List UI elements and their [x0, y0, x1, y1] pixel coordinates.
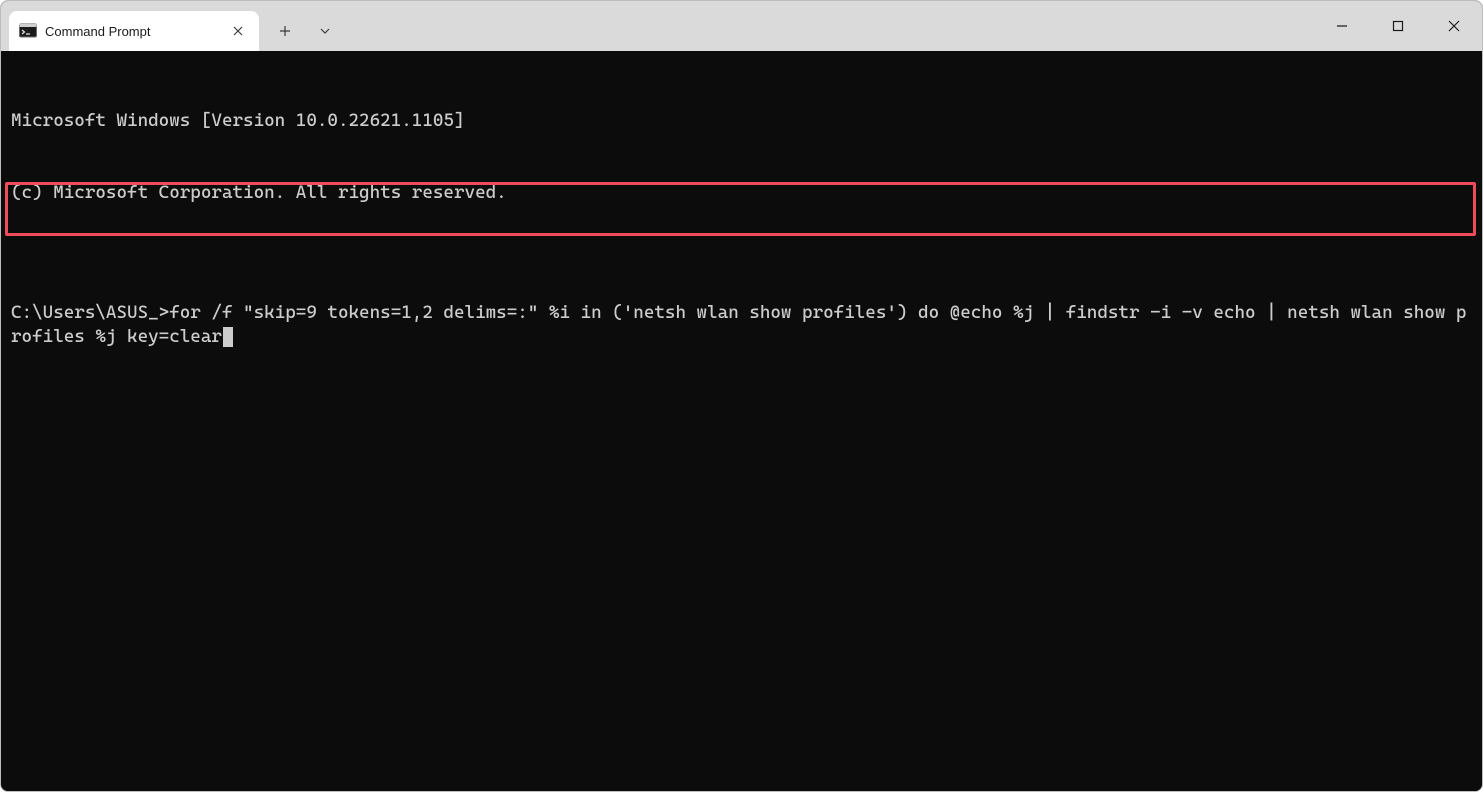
- window-controls: [1314, 1, 1482, 51]
- tab-command-prompt[interactable]: Command Prompt: [9, 11, 259, 51]
- terminal-command-line: C:\Users\ASUS_>for /f "skip=9 tokens=1,2…: [11, 301, 1472, 349]
- terminal-cursor: [223, 327, 233, 347]
- titlebar: Command Prompt: [1, 1, 1482, 51]
- terminal-output-line: (c) Microsoft Corporation. All rights re…: [11, 181, 1472, 205]
- terminal-prompt: C:\Users\ASUS_>: [11, 302, 169, 323]
- tab-dropdown-button[interactable]: [305, 11, 345, 51]
- tabbar-actions: [259, 1, 345, 51]
- close-window-button[interactable]: [1426, 1, 1482, 51]
- tab-title: Command Prompt: [45, 24, 221, 39]
- new-tab-button[interactable]: [265, 11, 305, 51]
- tab-close-button[interactable]: [229, 22, 247, 40]
- minimize-button[interactable]: [1314, 1, 1370, 51]
- terminal-area[interactable]: Microsoft Windows [Version 10.0.22621.11…: [1, 51, 1482, 791]
- terminal-icon: [19, 22, 37, 40]
- terminal-window: Command Prompt Microsoft: [0, 0, 1483, 792]
- maximize-button[interactable]: [1370, 1, 1426, 51]
- terminal-output-line: Microsoft Windows [Version 10.0.22621.11…: [11, 109, 1472, 133]
